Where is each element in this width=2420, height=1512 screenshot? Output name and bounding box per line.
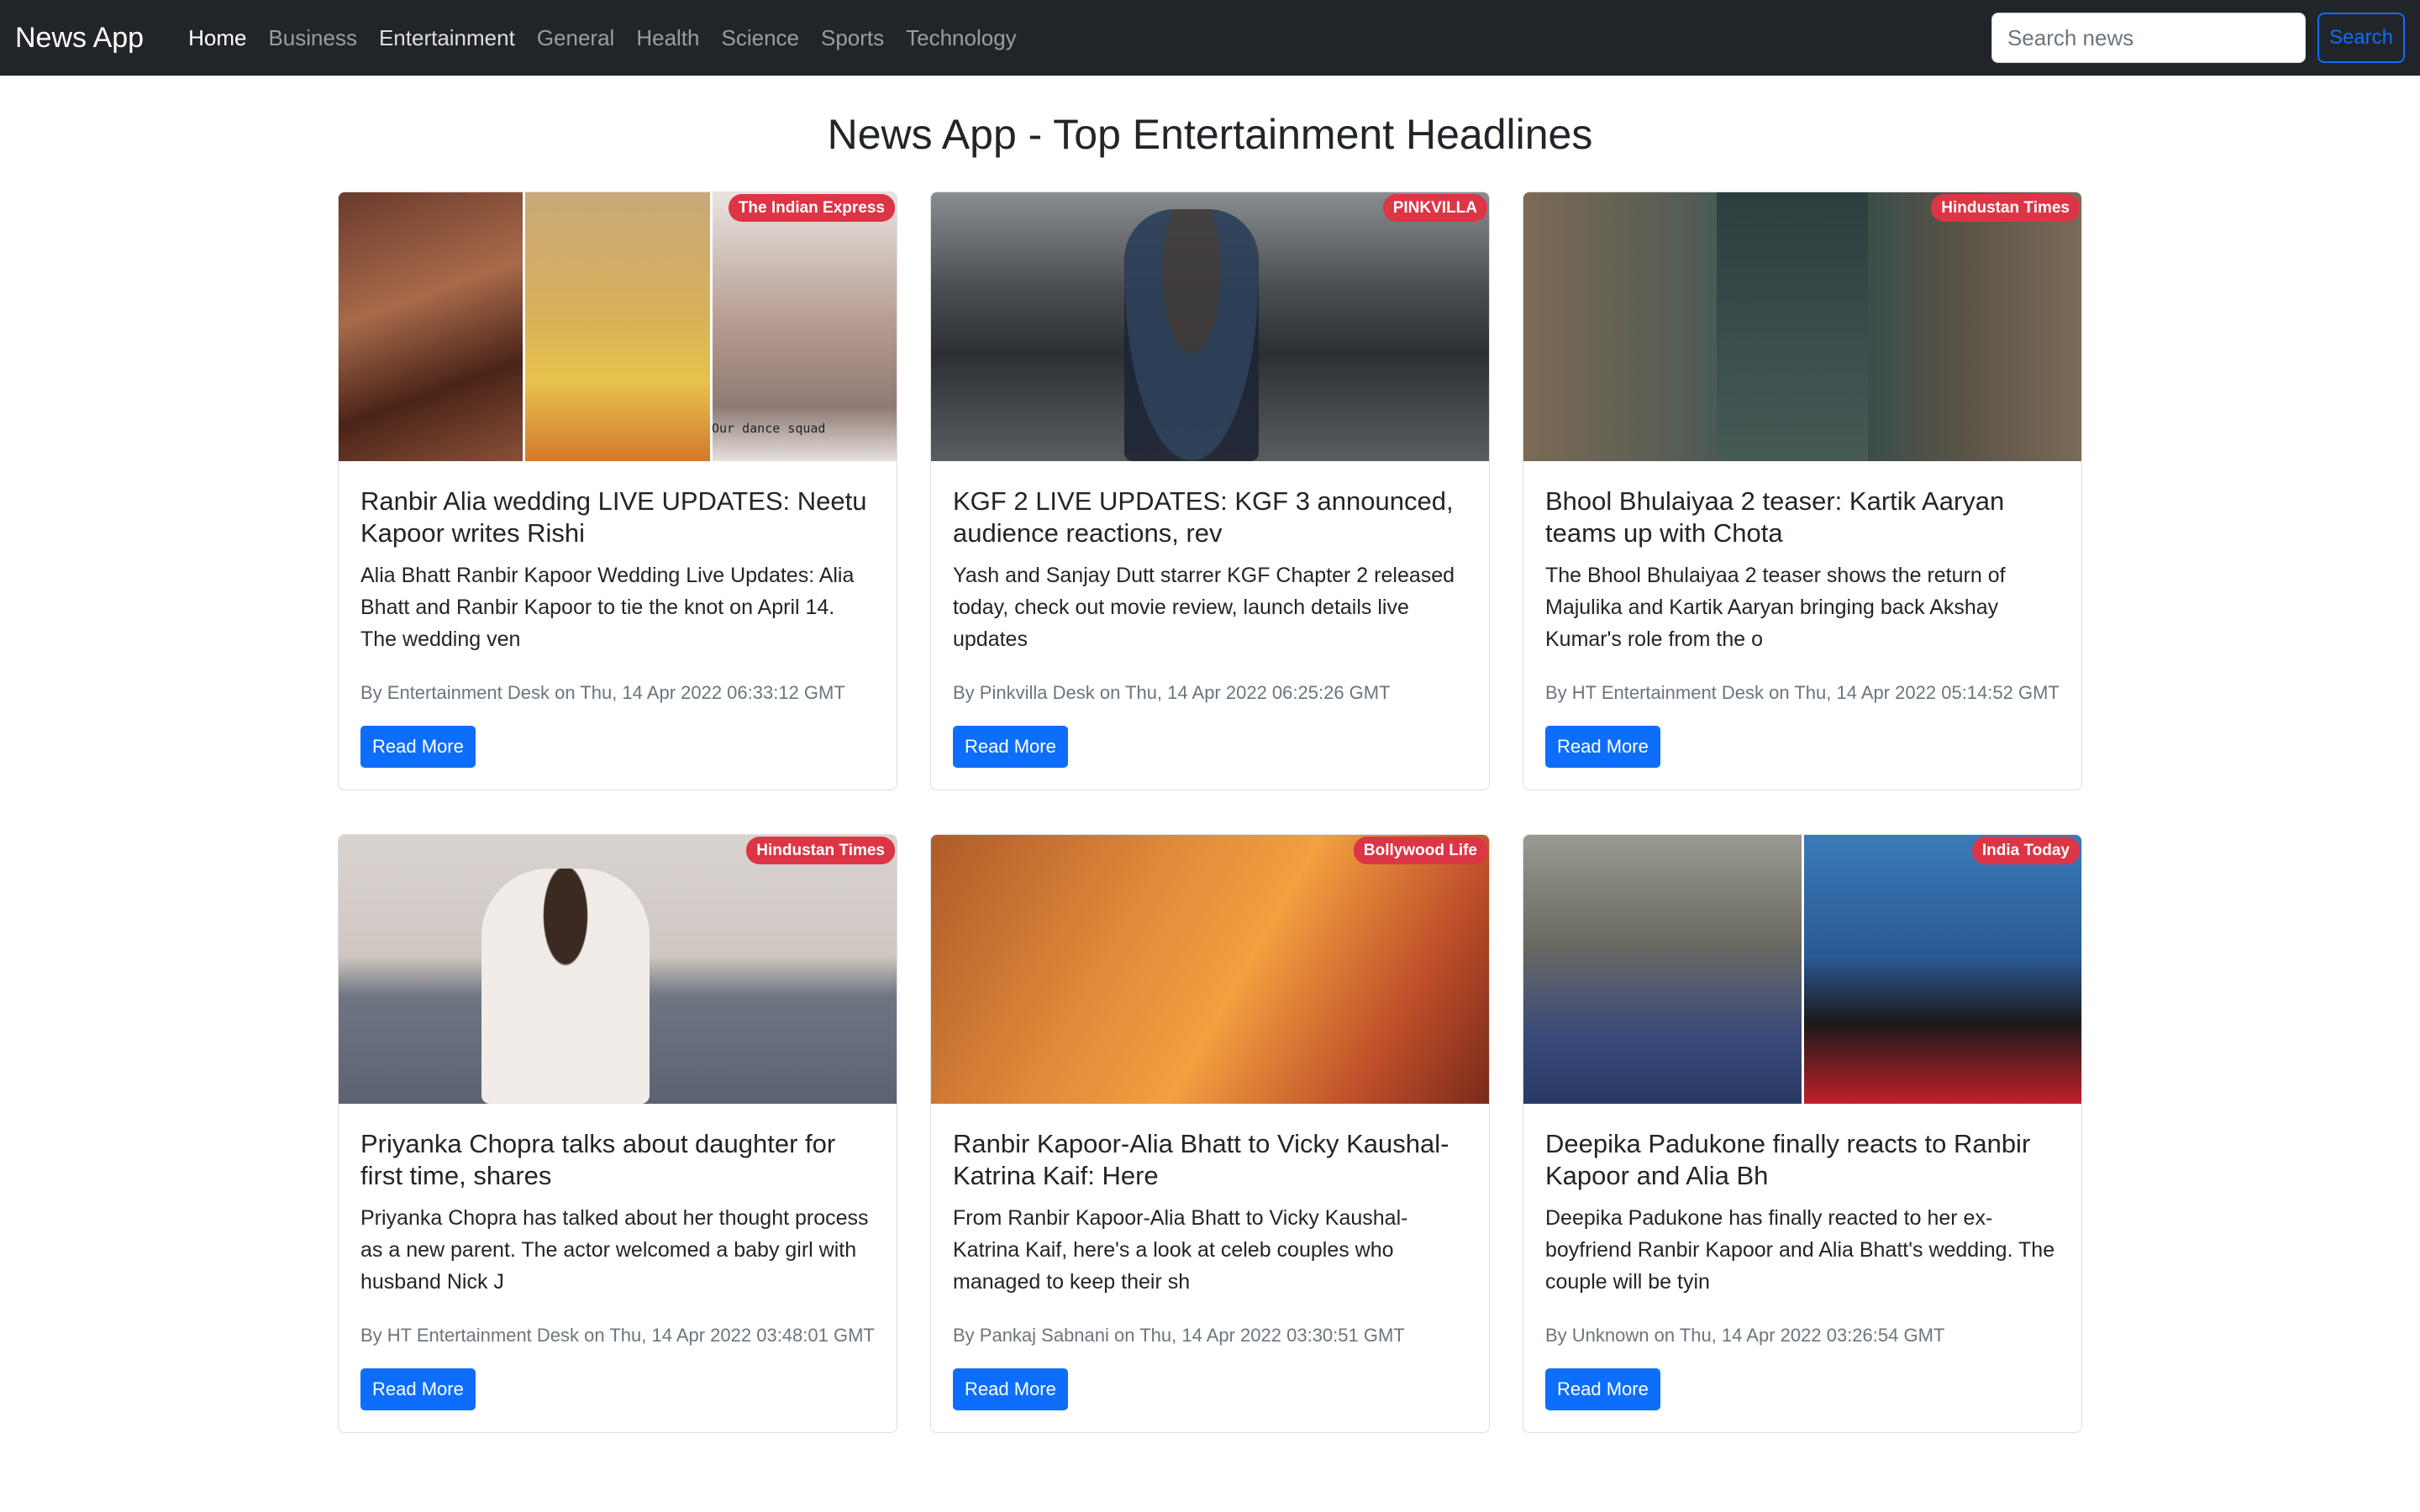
source-badge: Bollywood Life: [1353, 837, 1487, 864]
news-image[interactable]: Bollywood Life: [931, 835, 1489, 1104]
news-card: Our dance squad The Indian Express Ranbi…: [338, 192, 897, 790]
news-image[interactable]: Hindustan Times: [339, 835, 897, 1104]
source-badge: Hindustan Times: [746, 837, 895, 864]
card-description: Priyanka Chopra has talked about her tho…: [360, 1206, 869, 1294]
source-badge: Hindustan Times: [1931, 194, 2080, 222]
read-more-button[interactable]: Read More: [1545, 726, 1660, 768]
card-description: Deepika Padukone has finally reacted to …: [1545, 1206, 2055, 1294]
read-more-button[interactable]: Read More: [360, 1368, 476, 1410]
card-body: KGF 2 LIVE UPDATES: KGF 3 announced, aud…: [931, 461, 1489, 790]
source-badge: India Today: [1971, 837, 2080, 864]
news-card: Hindustan Times Bhool Bhulaiyaa 2 teaser…: [1523, 192, 2082, 790]
card-meta: By Entertainment Desk on Thu, 14 Apr 202…: [360, 682, 845, 703]
read-more-button[interactable]: Read More: [953, 1368, 1068, 1410]
card-title: KGF 2 LIVE UPDATES: KGF 3 announced, aud…: [953, 486, 1454, 548]
image-overlay-text: Our dance squad: [712, 421, 826, 436]
card-meta: By Pinkvilla Desk on Thu, 14 Apr 2022 06…: [953, 682, 1391, 703]
news-image[interactable]: PINKVILLA: [931, 192, 1489, 461]
news-image[interactable]: Hindustan Times: [1523, 192, 2081, 461]
read-more-button[interactable]: Read More: [1545, 1368, 1660, 1410]
card-body: Deepika Padukone finally reacts to Ranbi…: [1523, 1104, 2081, 1432]
read-more-button[interactable]: Read More: [360, 726, 476, 768]
card-body: Ranbir Alia wedding LIVE UPDATES: Neetu …: [339, 461, 897, 790]
card-meta: By HT Entertainment Desk on Thu, 14 Apr …: [360, 1325, 875, 1346]
card-description: The Bhool Bhulaiyaa 2 teaser shows the r…: [1545, 564, 2006, 651]
card-title: Priyanka Chopra talks about daughter for…: [360, 1129, 836, 1190]
card-title: Bhool Bhulaiyaa 2 teaser: Kartik Aaryan …: [1545, 486, 2005, 548]
card-meta: By HT Entertainment Desk on Thu, 14 Apr …: [1545, 682, 2060, 703]
card-description: From Ranbir Kapoor-Alia Bhatt to Vicky K…: [953, 1206, 1408, 1294]
source-badge: The Indian Express: [728, 194, 895, 222]
card-body: Priyanka Chopra talks about daughter for…: [339, 1104, 897, 1432]
news-image[interactable]: Our dance squad The Indian Express: [339, 192, 897, 461]
read-more-button[interactable]: Read More: [953, 726, 1068, 768]
card-body: Bhool Bhulaiyaa 2 teaser: Kartik Aaryan …: [1523, 461, 2081, 790]
news-card: Bollywood Life Ranbir Kapoor-Alia Bhatt …: [930, 834, 1490, 1433]
news-card: Hindustan Times Priyanka Chopra talks ab…: [338, 834, 897, 1433]
news-image[interactable]: India Today: [1523, 835, 2081, 1104]
card-meta: By Pankaj Sabnani on Thu, 14 Apr 2022 03…: [953, 1325, 1405, 1346]
card-title: Ranbir Kapoor-Alia Bhatt to Vicky Kausha…: [953, 1129, 1449, 1190]
card-meta: By Unknown on Thu, 14 Apr 2022 03:26:54 …: [1545, 1325, 1945, 1346]
card-body: Ranbir Kapoor-Alia Bhatt to Vicky Kausha…: [931, 1104, 1489, 1432]
page-title: News App - Top Entertainment Headlines: [827, 111, 1593, 158]
source-badge: PINKVILLA: [1382, 194, 1487, 222]
card-description: Yash and Sanjay Dutt starrer KGF Chapter…: [953, 564, 1455, 651]
news-card: India Today Deepika Padukone finally rea…: [1523, 834, 2082, 1433]
news-card: PINKVILLA KGF 2 LIVE UPDATES: KGF 3 anno…: [930, 192, 1490, 790]
card-title: Ranbir Alia wedding LIVE UPDATES: Neetu …: [360, 486, 867, 548]
card-description: Alia Bhatt Ranbir Kapoor Wedding Live Up…: [360, 564, 855, 651]
card-title: Deepika Padukone finally reacts to Ranbi…: [1545, 1129, 2031, 1190]
news-grid: Our dance squad The Indian Express Ranbi…: [338, 192, 2082, 1433]
